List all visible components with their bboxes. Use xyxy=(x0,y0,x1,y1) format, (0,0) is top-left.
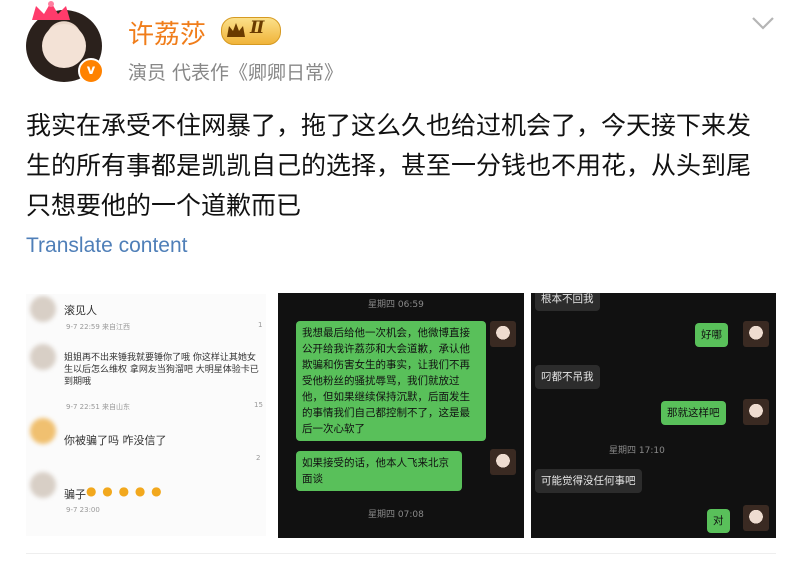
post-image-3[interactable]: 根本不回我 好哪 叼都不吊我 那就这样吧 星期四 17:10 可能觉得没任何事吧… xyxy=(531,293,776,538)
chat-message-received: 叼都不吊我 xyxy=(535,365,600,389)
comment-time: 9-7 23:00 xyxy=(66,506,100,514)
chat-avatar xyxy=(743,399,769,425)
comment-likes: 15 xyxy=(254,401,263,409)
post-image-2[interactable]: 星期四 06:59 我想最后给他一次机会，他微博直接公开给我许荔莎和大会道歉，承… xyxy=(278,293,524,538)
comment-time: 9-7 22:51 来自山东 xyxy=(66,403,131,411)
comment-likes: 2 xyxy=(256,454,261,462)
verified-badge-icon: v xyxy=(78,58,104,84)
post-text: 我实在承受不住网暴了，拖了这么久也给过机会了，今天接下来发生的所有事都是凯凯自己… xyxy=(26,111,752,220)
post-image-1[interactable]: 滚见人 9-7 22:59 来自江西 1 姐姐再不出来锤我就要锤你了哦 你这样让… xyxy=(26,294,266,536)
chat-message-sent: 如果接受的话，他本人飞来北京面谈 xyxy=(296,451,462,491)
comment-text: 滚见人 xyxy=(64,304,97,317)
commenter-avatar xyxy=(30,296,56,322)
comment-time: 9-7 22:59 来自江西 xyxy=(66,323,131,331)
username[interactable]: 许荔莎 xyxy=(128,14,206,51)
commenter-avatar xyxy=(30,418,56,444)
commenter-avatar xyxy=(30,472,56,498)
avatar-face xyxy=(42,24,86,68)
chat-timestamp: 星期四 07:08 xyxy=(368,510,424,520)
chat-message-sent: 好哪 xyxy=(695,323,728,347)
chat-message-sent: 那就这样吧 xyxy=(661,401,726,425)
comment-text: 姐姐再不出来锤我就要锤你了哦 你这样让其她女生以后怎么维权 拿网友当狗溜吧 大明… xyxy=(64,353,259,387)
chat-timestamp: 星期四 06:59 xyxy=(368,300,424,310)
vip-crown-icon xyxy=(227,23,245,37)
chat-avatar xyxy=(743,321,769,347)
chat-timestamp: 星期四 17:10 xyxy=(609,446,665,456)
comment-likes: 1 xyxy=(258,321,263,329)
translate-link[interactable]: Translate content xyxy=(26,234,187,258)
divider xyxy=(26,553,776,554)
chat-avatar xyxy=(490,449,516,475)
crying-emoji-icons: ● ● ● ● ● xyxy=(86,484,163,498)
avatar-crown-icon xyxy=(32,1,70,20)
chat-message-sent: 我想最后给他一次机会，他微博直接公开给我许荔莎和大会道歉，承认他欺骗和伤害女生的… xyxy=(296,321,486,441)
comment-text: 你被骗了吗 咋没信了 xyxy=(64,434,167,447)
user-meta: 演员 代表作《卿卿日常》 xyxy=(128,62,344,84)
chat-message-received: 根本不回我 xyxy=(535,293,600,311)
vip-level: Ⅱ xyxy=(250,18,265,38)
chat-message-received: 可能觉得没任何事吧 xyxy=(535,469,642,493)
chevron-down-icon[interactable] xyxy=(750,12,776,34)
chat-avatar xyxy=(743,505,769,531)
comment-text: 骗子 xyxy=(64,488,86,501)
chat-avatar xyxy=(490,321,516,347)
commenter-avatar xyxy=(30,344,56,370)
chat-message-sent: 对 xyxy=(707,509,730,533)
